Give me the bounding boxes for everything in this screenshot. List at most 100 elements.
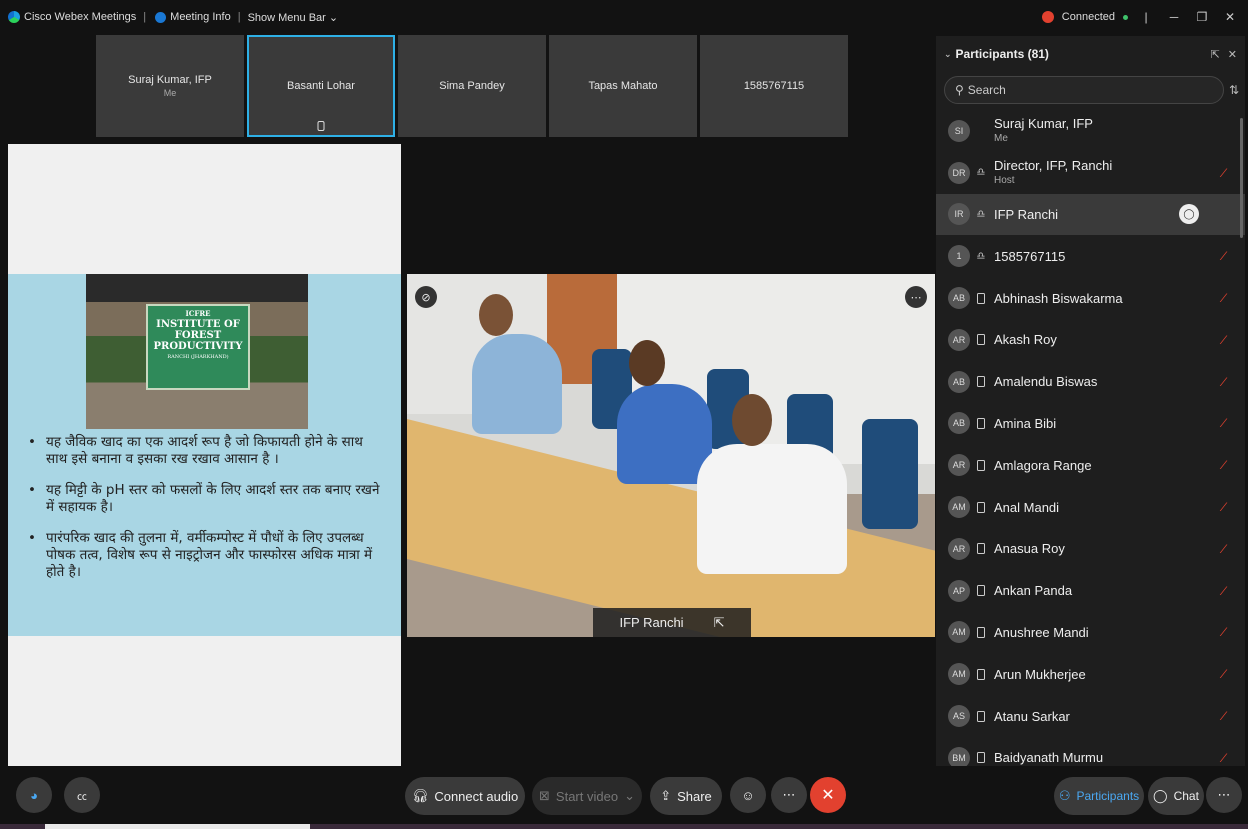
thumbnail-name: 1585767115 bbox=[743, 80, 805, 92]
participant-row[interactable]: AB Abhinash Biswakarma ⁄ bbox=[936, 277, 1245, 319]
mic-muted-icon[interactable]: ⁄ bbox=[1223, 625, 1225, 639]
mic-muted-icon[interactable]: ⁄ bbox=[1223, 375, 1225, 389]
participant-name-block: Anushree Mandi bbox=[994, 625, 1089, 640]
meeting-info-link[interactable]: Meeting Info bbox=[170, 11, 231, 23]
thumbnail-name: Suraj Kumar, IFP bbox=[128, 74, 212, 86]
start-video-button[interactable]: ⊠ Start video ⌄ bbox=[532, 777, 642, 815]
headset-icon: ♎ bbox=[976, 250, 986, 262]
participant-name-block: IFP Ranchi bbox=[994, 207, 1058, 222]
participant-row[interactable]: 1 ♎ 1585767115 ⁄ bbox=[936, 235, 1245, 277]
chat-bubble-icon[interactable]: ◯ bbox=[1179, 204, 1199, 225]
participant-row[interactable]: AM Arun Mukherjee ⁄ bbox=[936, 653, 1245, 695]
phone-icon bbox=[976, 627, 986, 638]
mic-muted-icon[interactable]: ⁄ bbox=[1223, 166, 1225, 180]
mic-muted-icon[interactable]: ⁄ bbox=[1223, 416, 1225, 430]
reactions-button[interactable]: ☺ bbox=[730, 777, 766, 813]
avatar: AM bbox=[948, 496, 970, 519]
participant-name: Atanu Sarkar bbox=[994, 708, 1070, 724]
thumbnail-sima[interactable]: Sima Pandey bbox=[398, 35, 546, 137]
thumbnail-suraj[interactable]: Suraj Kumar, IFP Me bbox=[96, 35, 244, 137]
participant-row[interactable]: AB Amina Bibi ⁄ bbox=[936, 403, 1245, 445]
popout-icon[interactable]: ⇱ bbox=[1211, 48, 1220, 61]
mic-muted-icon[interactable]: ⁄ bbox=[1223, 584, 1225, 598]
avatar: AR bbox=[948, 328, 970, 351]
avatar: 1 bbox=[948, 245, 970, 268]
participant-name: Anasua Roy bbox=[994, 541, 1065, 557]
participants-button[interactable]: ⚇ Participants bbox=[1054, 777, 1144, 815]
thumbnail-tapas[interactable]: Tapas Mahato bbox=[549, 35, 697, 137]
captions-icon: ㏄ bbox=[77, 791, 87, 803]
participant-row[interactable]: AB Amalendu Biswas ⁄ bbox=[936, 361, 1245, 403]
phone-icon bbox=[317, 121, 325, 131]
restore-icon[interactable]: ❐ bbox=[1192, 10, 1212, 24]
collapse-icon[interactable]: ⌄ bbox=[944, 49, 952, 60]
phone-icon bbox=[976, 669, 986, 680]
participant-row[interactable]: DR ♎ Director, IFP, Ranchi Host ⁄ bbox=[936, 152, 1245, 194]
mic-muted-icon[interactable]: ⁄ bbox=[1223, 500, 1225, 514]
more-icon: ⋯ bbox=[1217, 787, 1231, 802]
pin-off-icon[interactable]: ⊘ bbox=[415, 286, 437, 308]
participant-name-block: Abhinash Biswakarma bbox=[994, 291, 1123, 306]
mic-muted-icon[interactable]: ⁄ bbox=[1223, 458, 1225, 472]
participant-row[interactable]: AR Anasua Roy ⁄ bbox=[936, 528, 1245, 570]
mic-muted-icon[interactable]: ⁄ bbox=[1223, 333, 1225, 347]
participant-name-block: Suraj Kumar, IFP Me bbox=[994, 116, 1093, 146]
headset-icon: ♎ bbox=[976, 208, 986, 220]
participant-row[interactable]: IR ♎ IFP Ranchi ◯ bbox=[936, 193, 1245, 236]
participant-role: Host bbox=[994, 174, 1015, 186]
connect-audio-button[interactable]: 🎧︎ Connect audio bbox=[405, 777, 525, 815]
more-panels-button[interactable]: ⋯ bbox=[1206, 777, 1242, 813]
minimize-icon[interactable]: ─ bbox=[1164, 10, 1184, 24]
app-name: Cisco Webex Meetings bbox=[24, 11, 137, 23]
thumbnail-basanti[interactable]: Basanti Lohar bbox=[247, 35, 395, 137]
participant-name-block: Amina Bibi bbox=[994, 416, 1056, 431]
connection-status-icon bbox=[1041, 11, 1054, 23]
participant-row[interactable]: BM Baidyanath Murmu ⁄ bbox=[936, 737, 1245, 766]
participant-name-block: 1585767115 bbox=[994, 249, 1065, 264]
participant-name-block: Amalendu Biswas bbox=[994, 374, 1097, 389]
more-button[interactable]: ⋯ bbox=[771, 777, 807, 813]
mic-muted-icon[interactable]: ⁄ bbox=[1223, 542, 1225, 556]
participant-search-input[interactable]: ⚲ Search bbox=[944, 76, 1224, 104]
captions-button[interactable]: ㏄ bbox=[64, 777, 100, 813]
participant-row[interactable]: AP Ankan Panda ⁄ bbox=[936, 570, 1245, 612]
webex-assistant-button[interactable]: ◕ bbox=[16, 777, 52, 813]
leave-meeting-button[interactable]: ✕ bbox=[810, 777, 846, 813]
close-panel-icon[interactable]: ✕ bbox=[1228, 48, 1237, 61]
mic-muted-icon[interactable]: ⁄ bbox=[1223, 709, 1225, 723]
participant-row[interactable]: AM Anal Mandi ⁄ bbox=[936, 486, 1245, 528]
thumbnail-1585767115[interactable]: 1585767115 bbox=[700, 35, 848, 137]
participant-row[interactable]: AR Amlagora Range ⁄ bbox=[936, 444, 1245, 486]
info-icon bbox=[155, 11, 167, 23]
more-options-icon[interactable]: ⋯ bbox=[905, 286, 927, 308]
scrollbar[interactable] bbox=[1240, 118, 1243, 238]
phone-icon bbox=[976, 293, 986, 304]
phone-icon bbox=[976, 418, 986, 429]
participant-row[interactable]: SI Suraj Kumar, IFP Me bbox=[936, 110, 1245, 152]
participants-title: Participants (81) bbox=[955, 47, 1049, 61]
participant-name-block: Director, IFP, Ranchi Host bbox=[994, 158, 1112, 188]
connection-status[interactable]: Connected bbox=[1062, 11, 1115, 23]
show-menu-bar-button[interactable]: Show Menu Bar ⌄ bbox=[248, 11, 339, 24]
participant-name-block: Anasua Roy bbox=[994, 541, 1065, 556]
participant-name: Anushree Mandi bbox=[994, 624, 1089, 640]
chat-button[interactable]: ◯ Chat bbox=[1148, 777, 1204, 815]
active-speaker-video[interactable]: ⊘ ⋯ IFP Ranchi ⇱ bbox=[407, 274, 935, 637]
participant-row[interactable]: AR Akash Roy ⁄ bbox=[936, 319, 1245, 361]
participant-row[interactable]: AM Anushree Mandi ⁄ bbox=[936, 612, 1245, 654]
institute-sign: ICFRE INSTITUTE OF FOREST PRODUCTIVITY R… bbox=[146, 304, 250, 390]
participant-row[interactable]: AS Atanu Sarkar ⁄ bbox=[936, 695, 1245, 737]
participants-panel: ⌄ Participants (81) ⇱ ✕ ⚲ Search ⇅ SI Sur… bbox=[936, 36, 1245, 766]
thumbnail-name: Basanti Lohar bbox=[287, 80, 355, 92]
mic-muted-icon[interactable]: ⁄ bbox=[1223, 667, 1225, 681]
share-button[interactable]: ⇪ Share bbox=[650, 777, 722, 815]
mic-muted-icon[interactable]: ⁄ bbox=[1223, 751, 1225, 765]
shared-content: ICFRE INSTITUTE OF FOREST PRODUCTIVITY R… bbox=[8, 144, 401, 766]
avatar: BM bbox=[948, 746, 970, 766]
mic-muted-icon[interactable]: ⁄ bbox=[1223, 291, 1225, 305]
headset-icon: ♎ bbox=[976, 167, 986, 179]
sort-icon[interactable]: ⇅ bbox=[1229, 83, 1239, 97]
audio-icon: 🎧︎ bbox=[411, 788, 429, 803]
close-icon[interactable]: ✕ bbox=[1220, 10, 1240, 24]
mic-muted-icon[interactable]: ⁄ bbox=[1223, 249, 1225, 263]
